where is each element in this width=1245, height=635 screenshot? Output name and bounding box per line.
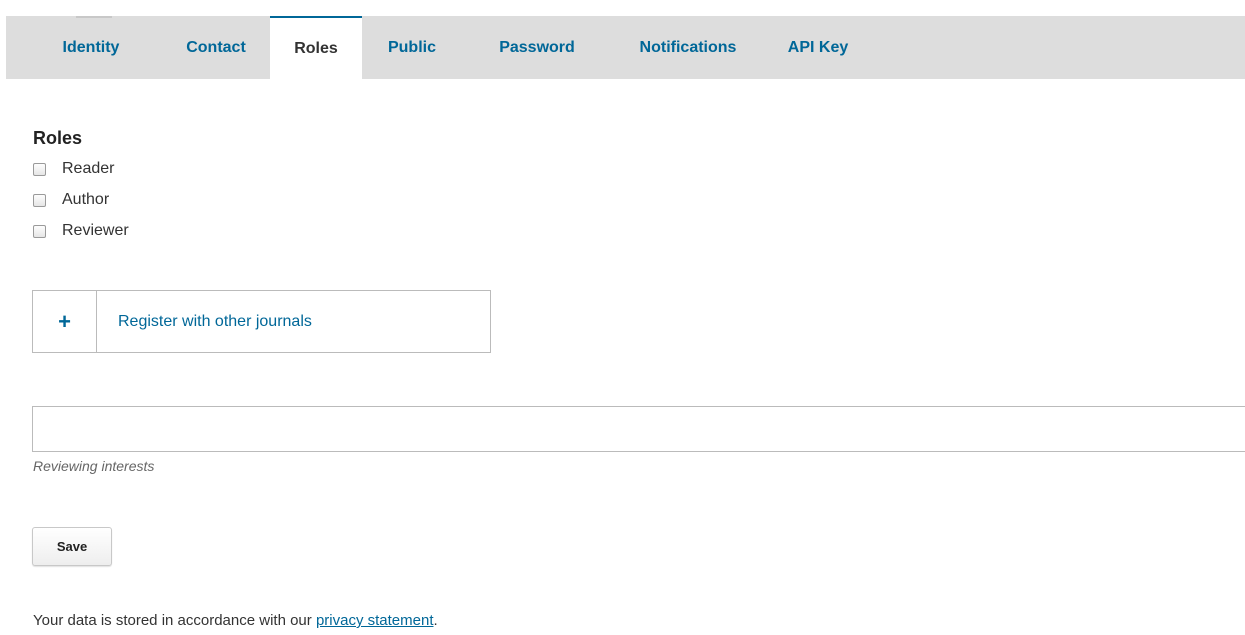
role-reviewer-option[interactable]: Reviewer (33, 220, 129, 242)
role-author-option[interactable]: Author (33, 189, 109, 211)
privacy-notice: Your data is stored in accordance with o… (33, 612, 438, 629)
save-button[interactable]: Save (32, 527, 112, 566)
reviewing-interests-label: Reviewing interests (33, 458, 155, 474)
author-checkbox[interactable] (33, 193, 46, 207)
privacy-text-after: . (433, 612, 438, 629)
tab-roles[interactable]: Roles (270, 16, 362, 79)
reviewer-label: Reviewer (62, 222, 129, 239)
role-reader-option[interactable]: Reader (33, 158, 114, 180)
roles-heading: Roles (33, 128, 83, 148)
tab-password[interactable]: Password (478, 16, 596, 79)
page: Identity Contact Roles Public Password N… (0, 0, 1245, 635)
register-other-journals-label: Register with other journals (118, 313, 312, 330)
reader-label: Reader (62, 160, 115, 177)
register-other-journals-toggle[interactable]: + Register with other journals (32, 290, 491, 353)
tab-password-label: Password (499, 39, 575, 56)
reviewing-interests-input[interactable] (32, 406, 1245, 452)
tab-contact-label: Contact (186, 39, 246, 56)
tab-indicator-line (76, 16, 112, 18)
tab-notifications[interactable]: Notifications (612, 16, 764, 79)
author-label: Author (62, 191, 110, 208)
tab-notifications-label: Notifications (639, 39, 737, 56)
tab-identity[interactable]: Identity (46, 16, 136, 79)
tab-contact[interactable]: Contact (161, 16, 271, 79)
reviewer-checkbox[interactable] (33, 224, 46, 238)
tab-public-label: Public (387, 39, 436, 56)
tab-api-key[interactable]: API Key (778, 16, 858, 79)
plus-icon: + (33, 291, 97, 352)
privacy-text-before: Your data is stored in accordance with o… (33, 612, 316, 629)
privacy-statement-link[interactable]: privacy statement (316, 612, 434, 629)
reader-checkbox[interactable] (33, 162, 46, 176)
tab-api-key-label: API Key (787, 39, 849, 56)
tab-identity-label: Identity (62, 39, 120, 56)
tab-roles-label: Roles (294, 40, 338, 57)
tab-public[interactable]: Public (372, 16, 452, 79)
profile-tab-bar: Identity Contact Roles Public Password N… (6, 16, 1245, 79)
